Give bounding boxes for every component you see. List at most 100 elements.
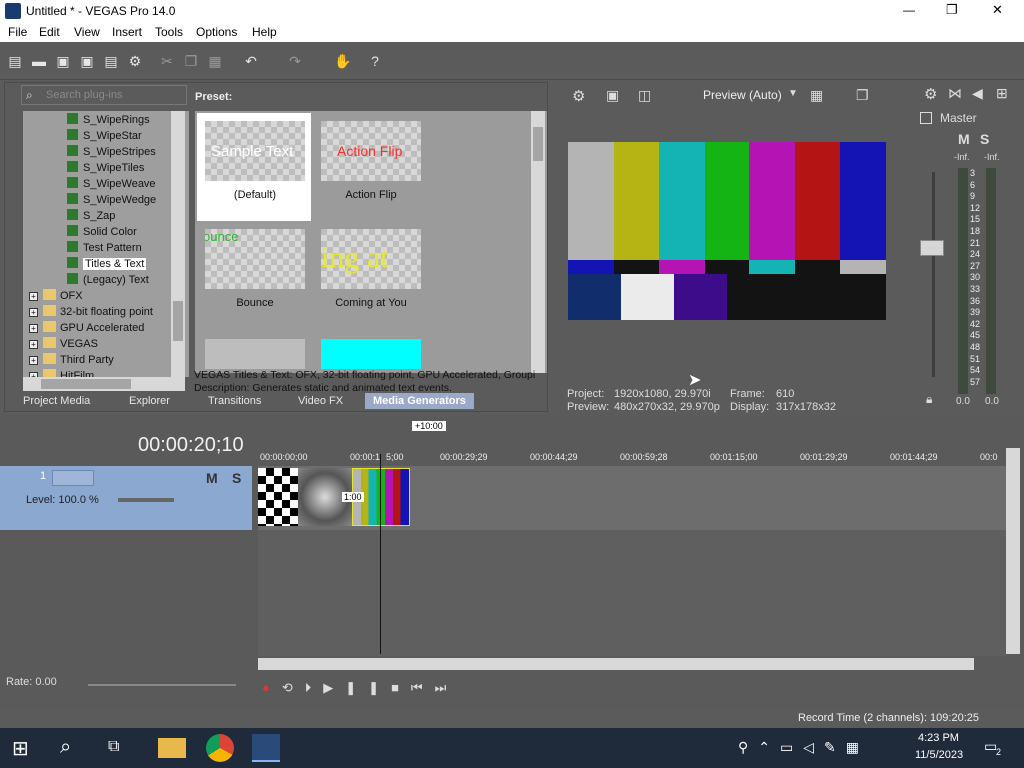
copy-icon[interactable]: ❐: [182, 52, 200, 70]
mixer-properties-icon[interactable]: ⚙: [924, 85, 937, 103]
track-name-field[interactable]: [52, 470, 94, 486]
window-title: Untitled * - VEGAS Pro 14.0: [26, 4, 176, 18]
search-icon[interactable]: ⌕: [60, 736, 88, 764]
menu-view[interactable]: View: [74, 25, 100, 39]
preset-scrollbar[interactable]: [531, 111, 545, 373]
close-button[interactable]: ✕: [992, 2, 1003, 18]
mixer-settings-icon[interactable]: ⊞: [996, 85, 1008, 102]
preset-coming-at-you[interactable]: ing at Coming at You: [313, 221, 427, 329]
pause-icon[interactable]: ❚❚: [345, 680, 391, 695]
play-icon[interactable]: ▶: [323, 680, 345, 695]
expand-icon[interactable]: +: [29, 324, 38, 333]
tree-folder[interactable]: + Third Party: [29, 353, 114, 369]
record-icon[interactable]: ●: [262, 680, 282, 695]
tree-folder[interactable]: +32-bit floating point: [29, 305, 153, 321]
preset-thumbnail[interactable]: [205, 339, 305, 369]
tab-media-generators[interactable]: Media Generators: [365, 393, 474, 409]
loop-icon[interactable]: ⟲: [282, 680, 305, 695]
menu-tools[interactable]: Tools: [155, 25, 183, 39]
tree-plugin-item[interactable]: S_WipeRings: [67, 113, 150, 129]
new-project-icon[interactable]: ▤: [6, 52, 24, 70]
tree-plugin-item[interactable]: S_WipeWedge: [67, 193, 156, 209]
file-explorer-icon[interactable]: [158, 738, 186, 758]
tab-explorer[interactable]: Explorer: [129, 395, 170, 407]
expand-icon[interactable]: +: [29, 356, 38, 365]
minimize-button[interactable]: —: [903, 3, 915, 17]
tree-folder[interactable]: + OFX: [29, 289, 83, 305]
expand-icon[interactable]: +: [29, 308, 38, 317]
insert-bus-icon[interactable]: ⋈: [948, 85, 962, 102]
redo-icon[interactable]: ↷: [286, 52, 304, 70]
preset-default[interactable]: Sample Text (Default): [197, 113, 311, 221]
time-ruler[interactable]: 00:00:00;00 00:00:1 5;00 00:00:29;29 00:00:4…: [258, 448, 1010, 466]
render-icon[interactable]: ▤: [102, 52, 120, 70]
undo-icon[interactable]: ↶: [242, 52, 260, 70]
meter-scale-label: 12: [970, 202, 981, 213]
maximize-button[interactable]: ❐: [946, 2, 958, 18]
save-icon[interactable]: ▣: [54, 52, 72, 70]
preset-action-flip[interactable]: Action Flip Action Flip: [313, 113, 427, 221]
track-area-empty[interactable]: [258, 530, 1006, 656]
tree-folder[interactable]: + HitFilm: [29, 369, 94, 377]
clock-date[interactable]: 11/5/2023: [915, 749, 963, 761]
open-icon[interactable]: ▬: [30, 52, 48, 70]
tree-plugin-item[interactable]: (Legacy) Text: [67, 273, 149, 289]
tree-plugin-item[interactable]: S_WipeStripes: [67, 145, 156, 161]
search-box[interactable]: ⌕ Search plug-ins: [21, 85, 187, 105]
timeline-hscrollbar[interactable]: [258, 658, 974, 670]
preset-bounce[interactable]: ounce Bounce: [197, 221, 311, 329]
cut-icon[interactable]: ✂: [158, 52, 176, 70]
volume-fader[interactable]: [920, 240, 944, 256]
vegas-taskbar-icon[interactable]: [252, 734, 280, 762]
tab-project-media[interactable]: Project Media: [23, 395, 90, 407]
video-track-header[interactable]: 1 M S Level: 100.0 %: [0, 466, 252, 530]
display-label: Display:: [730, 401, 770, 413]
menu-help[interactable]: Help: [252, 25, 277, 39]
video-event-checker[interactable]: [258, 468, 298, 526]
tree-folder[interactable]: + VEGAS: [29, 337, 98, 353]
tree-hscrollbar[interactable]: [23, 377, 185, 391]
expand-icon[interactable]: +: [29, 340, 38, 349]
tree-plugin-item[interactable]: S_WipeWeave: [67, 177, 156, 193]
enable-snapping-icon[interactable]: ✋: [334, 52, 352, 70]
tree-plugin-item[interactable]: Solid Color: [67, 225, 137, 241]
tab-video-fx[interactable]: Video FX: [298, 395, 343, 407]
go-to-end-icon[interactable]: ⏭: [435, 680, 459, 695]
tree-plugin-item[interactable]: S_WipeStar: [67, 129, 142, 145]
tree-plugin-item[interactable]: Titles & Text: [67, 257, 147, 273]
rate-slider[interactable]: [88, 684, 236, 686]
menu-insert[interactable]: Insert: [112, 25, 142, 39]
tree-plugin-item[interactable]: Test Pattern: [67, 241, 142, 257]
menu-edit[interactable]: Edit: [39, 25, 60, 39]
tree-scrollbar[interactable]: [171, 111, 185, 377]
clock-time[interactable]: 4:23 PM: [918, 732, 959, 744]
tab-transitions[interactable]: Transitions: [208, 395, 261, 407]
expand-icon[interactable]: +: [29, 292, 38, 301]
track-level-slider[interactable]: [118, 498, 174, 502]
paste-icon[interactable]: ▦: [206, 52, 224, 70]
task-view-icon[interactable]: ⧉: [108, 738, 136, 766]
properties-icon[interactable]: ⚙: [126, 52, 144, 70]
timeline-vscrollbar[interactable]: [1006, 448, 1020, 654]
track-mute-button[interactable]: M: [206, 470, 218, 486]
tree-plugin-item[interactable]: S_WipeTiles: [67, 161, 144, 177]
tree-folder[interactable]: + GPU Accelerated: [29, 321, 144, 337]
tree-plugin-item[interactable]: S_Zap: [67, 209, 115, 225]
speaker-icon[interactable]: ◀: [972, 85, 983, 102]
start-button[interactable]: ⊞: [12, 736, 40, 764]
track-solo-button[interactable]: S: [232, 470, 241, 486]
solo-button[interactable]: S: [980, 131, 989, 147]
preset-thumbnail[interactable]: [321, 339, 421, 369]
stop-icon[interactable]: ■: [391, 680, 411, 695]
menu-file[interactable]: File: [8, 25, 27, 39]
save-as-icon[interactable]: ▣: [78, 52, 96, 70]
chrome-icon[interactable]: [206, 734, 234, 762]
mute-button[interactable]: M: [958, 131, 970, 147]
go-to-start-icon[interactable]: ⏮: [411, 680, 435, 695]
lock-icon[interactable]: 🔒︎: [926, 392, 932, 407]
master-fx-icon[interactable]: [920, 112, 932, 124]
tray-icons[interactable]: ⚲⌃▭◁✎▦: [738, 739, 869, 756]
play-from-start-icon[interactable]: ⏵: [305, 680, 324, 695]
menu-options[interactable]: Options: [196, 25, 237, 39]
help-icon[interactable]: ?: [366, 52, 384, 70]
